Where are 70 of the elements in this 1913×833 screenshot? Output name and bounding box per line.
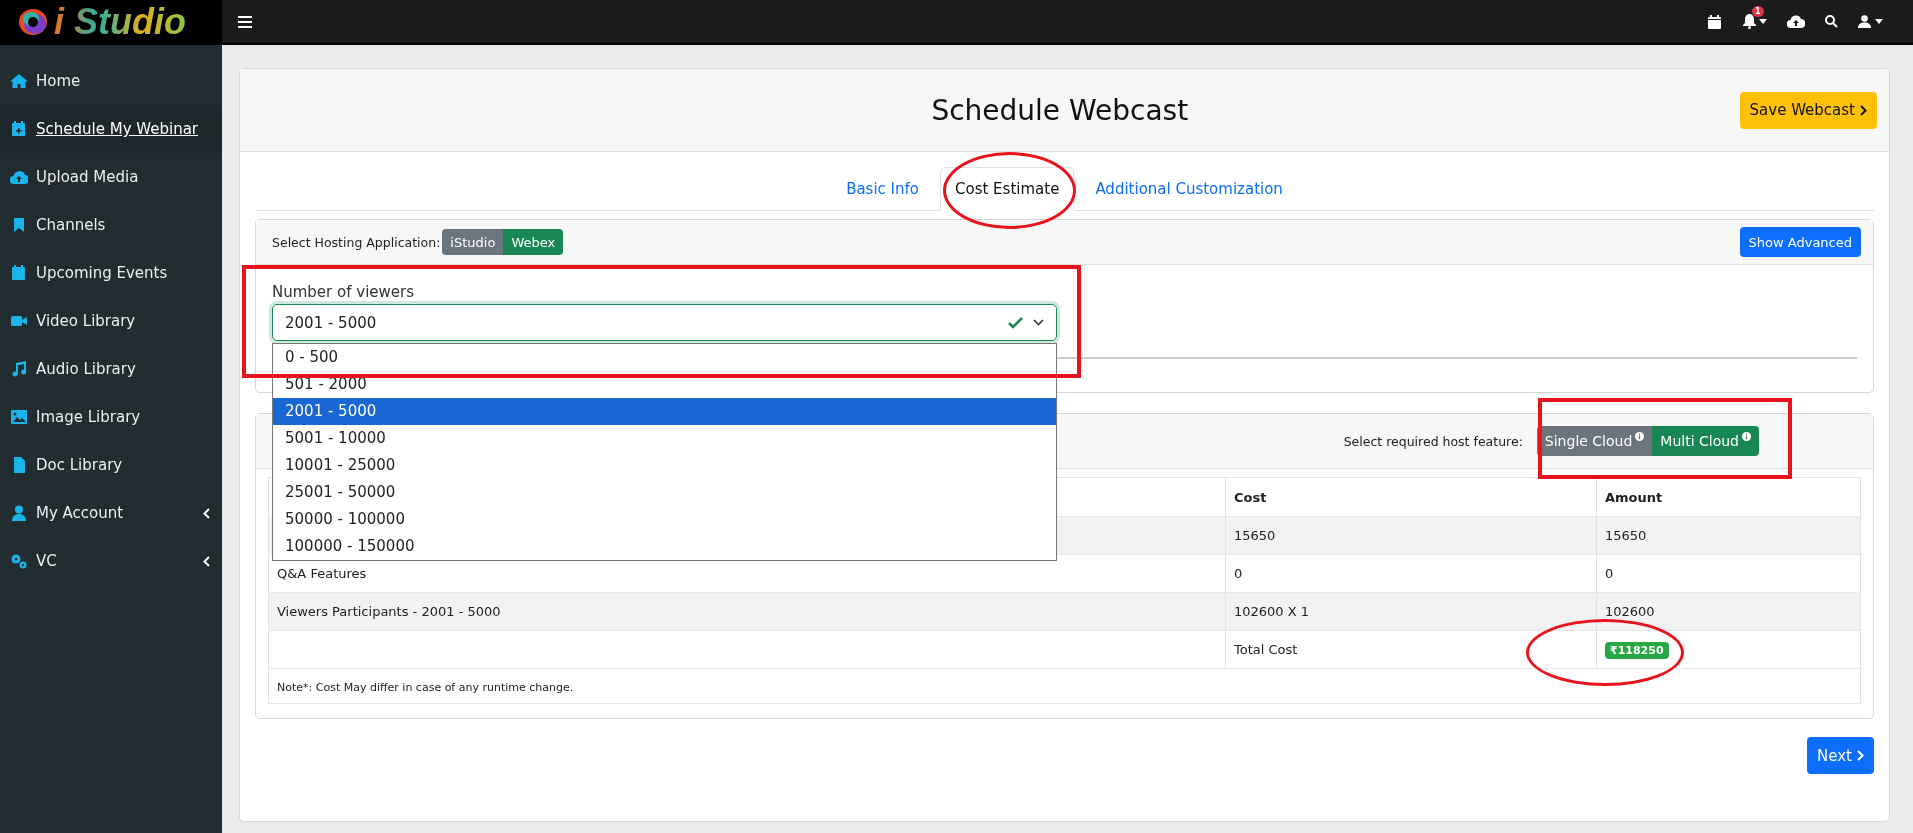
sidebar-item[interactable]: Doc Library [0, 441, 222, 489]
page-title: Schedule Webcast [930, 93, 1190, 127]
show-advanced-button[interactable]: Show Advanced [1739, 227, 1861, 257]
dropdown-option[interactable]: 0 - 500 [273, 344, 1056, 371]
check-icon [1008, 316, 1023, 329]
calendar-icon[interactable] [1708, 14, 1721, 29]
toggle-button[interactable]: Webex [503, 229, 564, 255]
user-icon [10, 505, 28, 521]
tab[interactable]: Cost Estimate [940, 167, 1075, 211]
column-header: Cost [1234, 489, 1267, 505]
sidebar-item[interactable]: Audio Library [0, 345, 222, 393]
dropdown-option[interactable]: 10001 - 25000 [273, 452, 1056, 479]
notification-badge: 1 [1752, 6, 1764, 17]
image-icon [10, 409, 28, 425]
dropdown-option[interactable]: 5001 - 10000 [273, 425, 1056, 452]
user-icon[interactable] [1858, 15, 1871, 28]
table-cell: 0 [1234, 566, 1243, 581]
sidebar-item[interactable]: VC [0, 537, 222, 585]
menu-icon[interactable] [238, 15, 252, 28]
sidebar-item[interactable]: Upcoming Events [0, 249, 222, 297]
sidebar-item[interactable]: Channels [0, 201, 222, 249]
music-note-icon [10, 361, 28, 377]
chevron-right-icon [1857, 750, 1864, 761]
chevron-down-icon [1033, 319, 1044, 326]
info-icon [1742, 432, 1751, 441]
cloud-upload-icon[interactable] [1787, 15, 1805, 28]
total-badge: ₹118250 [1605, 642, 1669, 659]
next-button[interactable]: Next [1807, 737, 1874, 774]
search-icon[interactable] [1825, 15, 1838, 28]
table-cell: Total Cost [1234, 642, 1298, 657]
sidebar-item[interactable]: Image Library [0, 393, 222, 441]
dropdown-option[interactable]: 50000 - 100000 [273, 506, 1056, 533]
table-cell: Viewers Participants - 2001 - 5000 [277, 604, 501, 619]
table-cell: Q&A Features [277, 566, 367, 581]
gears-icon [10, 553, 28, 569]
save-webcast-button[interactable]: Save Webcast [1739, 91, 1877, 129]
video-camera-icon [10, 313, 28, 329]
field-label: Number of viewers [272, 283, 415, 301]
note-text: Note*: Cost May differ in case of any runtime change. [277, 680, 574, 694]
bell-icon[interactable] [1743, 14, 1756, 29]
field-label: Select required host feature: [1343, 433, 1523, 449]
field-label: Select Hosting Application: [272, 234, 441, 250]
caret-icon[interactable] [1759, 19, 1767, 24]
toggle-button[interactable]: Multi Cloud [1652, 426, 1759, 456]
home-icon [10, 73, 28, 89]
table-cell: 0 [1605, 566, 1614, 581]
cloud-upload-icon [10, 169, 28, 185]
sidebar-item[interactable]: Home [0, 57, 222, 105]
tab[interactable]: Basic Info [831, 167, 934, 210]
caret-icon[interactable] [1875, 19, 1883, 24]
info-icon [1635, 432, 1645, 441]
sidebar-item[interactable]: Schedule My Webinar [0, 105, 222, 153]
toggle-button[interactable]: iStudio [442, 229, 504, 255]
table-cell: 15650 [1234, 528, 1276, 543]
dropdown-option[interactable]: 2001 - 5000 [273, 398, 1056, 425]
tab[interactable]: Additional Customization [1080, 167, 1298, 210]
chevron-right-icon [1860, 104, 1867, 116]
dropdown-option[interactable]: 25001 - 50000 [273, 479, 1056, 506]
calendar-plus-icon [10, 121, 28, 137]
table-cell: 102600 X 1 [1234, 604, 1310, 619]
dropdown-option[interactable]: 100000 - 150000 [273, 533, 1056, 560]
column-header: Amount [1605, 489, 1663, 505]
toggle-button[interactable]: Single Cloud [1536, 426, 1653, 456]
sidebar-item[interactable]: My Account [0, 489, 222, 537]
calendar-icon [10, 265, 28, 281]
sidebar-item[interactable]: Video Library [0, 297, 222, 345]
viewers-select[interactable]: 2001 - 5000 [272, 304, 1057, 341]
table-cell: 15650 [1605, 528, 1647, 543]
table-cell: 102600 [1605, 604, 1655, 619]
sidebar-item[interactable]: Upload Media [0, 153, 222, 201]
